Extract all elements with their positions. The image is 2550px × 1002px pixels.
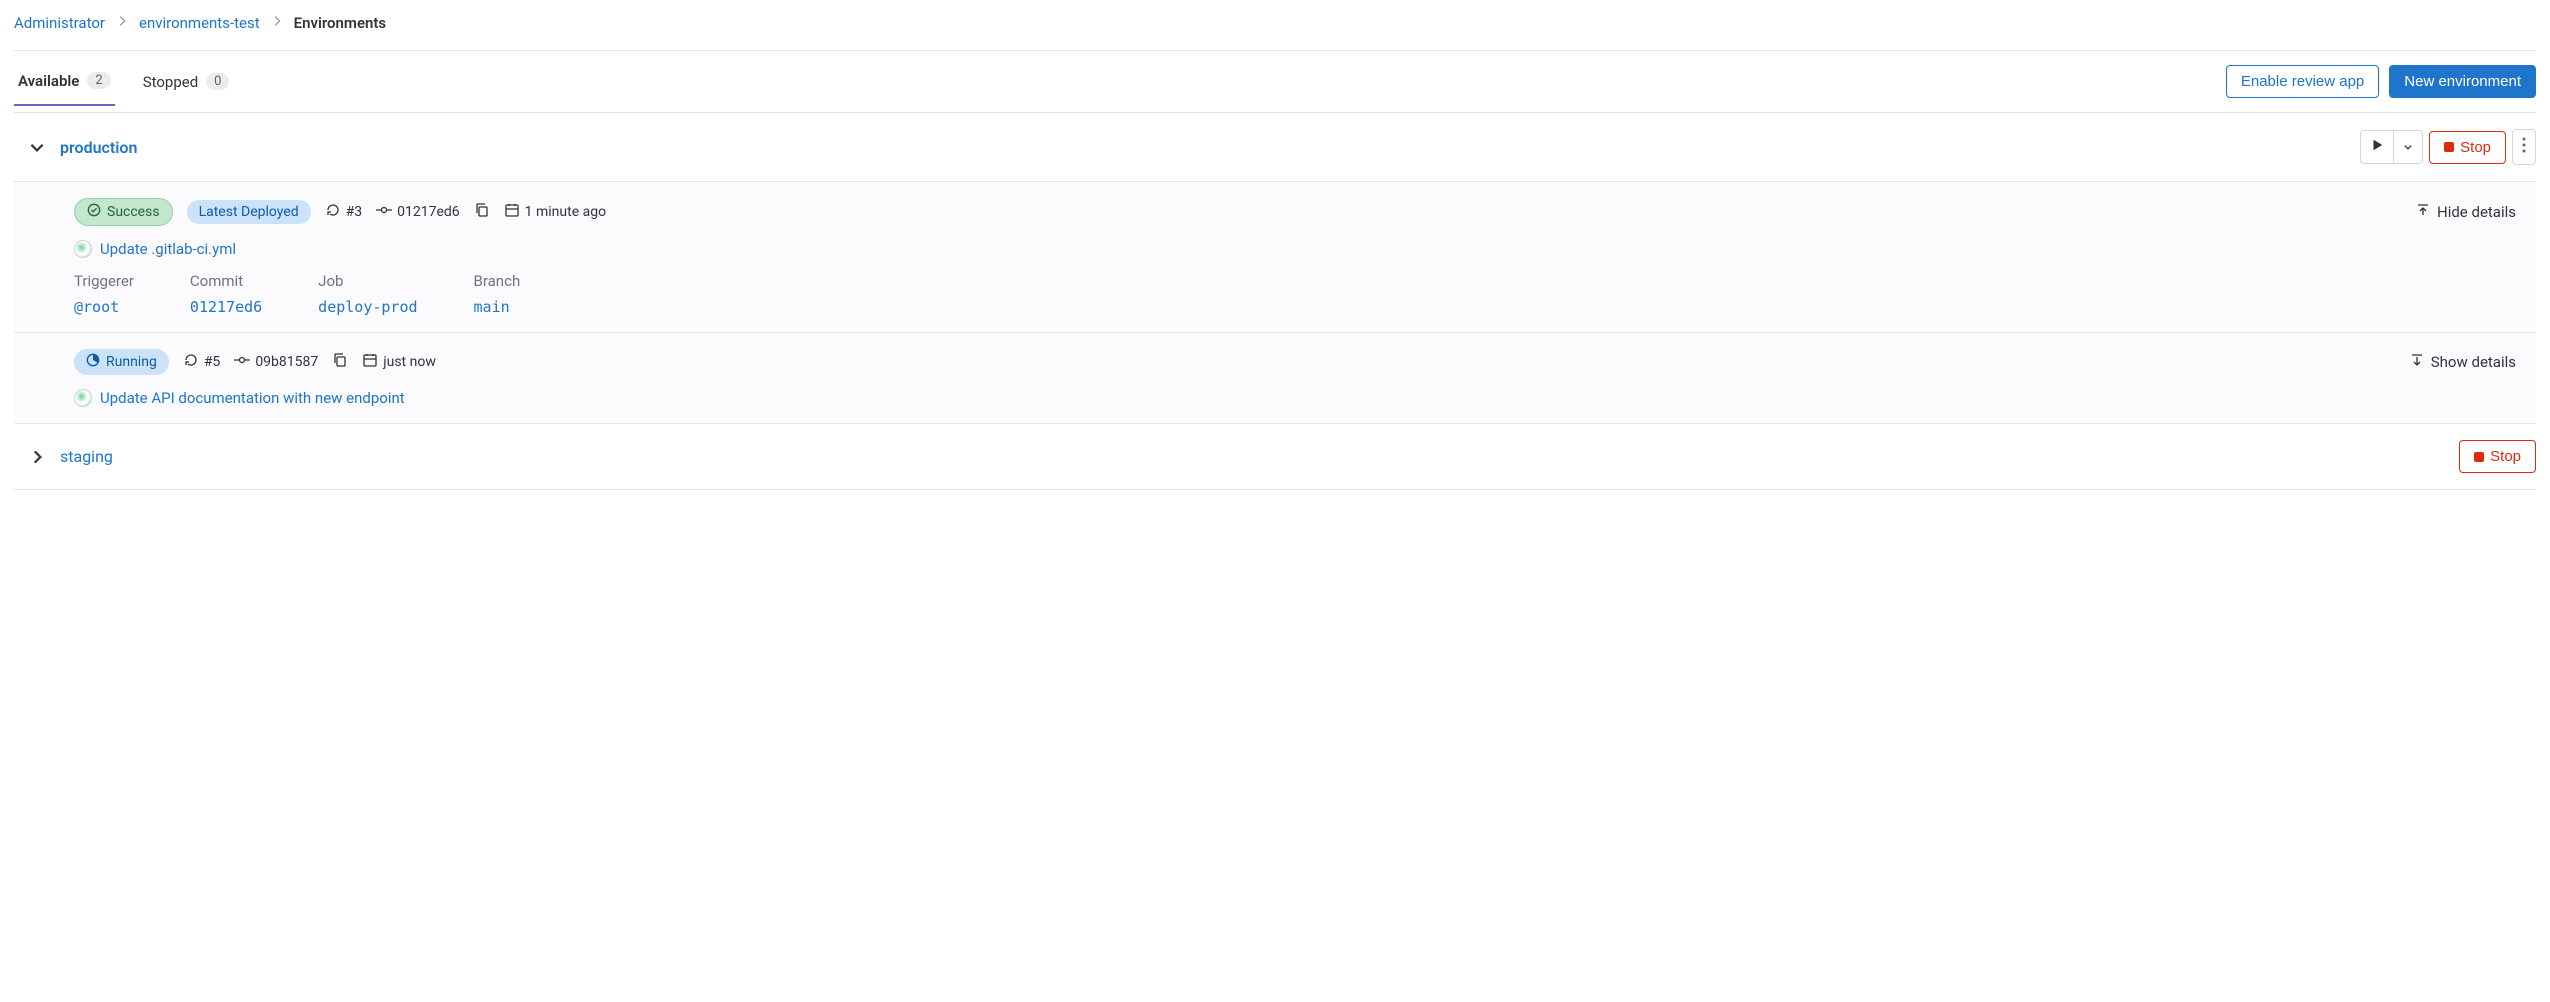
label-triggerer: Triggerer bbox=[74, 272, 134, 290]
copy-sha-button[interactable] bbox=[332, 352, 348, 372]
expand-down-icon bbox=[2409, 352, 2425, 372]
breadcrumb: Administrator environments-test Environm… bbox=[14, 0, 2536, 50]
chevron-right-icon[interactable] bbox=[28, 448, 46, 466]
commit-sha[interactable]: 01217ed6 bbox=[376, 202, 460, 222]
deployment-card: Running #5 09b81587 just now bbox=[14, 333, 2536, 424]
more-actions-button[interactable] bbox=[2512, 129, 2536, 165]
calendar-icon bbox=[504, 202, 520, 222]
tabs: Available 2 Stopped 0 bbox=[14, 72, 233, 106]
tab-available[interactable]: Available 2 bbox=[14, 72, 115, 106]
environment-name-link[interactable]: staging bbox=[60, 447, 113, 466]
tab-stopped[interactable]: Stopped 0 bbox=[139, 72, 234, 106]
triggerer-link[interactable]: @root bbox=[74, 298, 134, 316]
stop-label: Stop bbox=[2490, 448, 2521, 465]
deployment-card: Success Latest Deployed #3 01217ed6 1 bbox=[14, 182, 2536, 333]
chevron-right-icon bbox=[115, 14, 129, 32]
chevron-right-icon bbox=[270, 14, 284, 32]
new-environment-button[interactable]: New environment bbox=[2389, 65, 2536, 98]
latest-deployed-badge: Latest Deployed bbox=[187, 200, 311, 224]
stop-icon bbox=[2444, 142, 2454, 152]
status-label: Success bbox=[107, 204, 160, 220]
stop-environment-button[interactable]: Stop bbox=[2459, 440, 2536, 473]
play-icon bbox=[2370, 138, 2384, 156]
commit-title-link[interactable]: Update .gitlab-ci.yml bbox=[100, 240, 236, 258]
environment-row-staging: staging Stop bbox=[14, 424, 2536, 490]
commit-icon bbox=[376, 202, 392, 222]
breadcrumb-item[interactable]: environments-test bbox=[139, 14, 260, 32]
status-badge-success[interactable]: Success bbox=[74, 198, 173, 226]
label-branch: Branch bbox=[474, 272, 521, 290]
deployment-time: 1 minute ago bbox=[504, 202, 606, 222]
rotate-icon bbox=[325, 202, 341, 222]
label-commit: Commit bbox=[190, 272, 262, 290]
commit-link[interactable]: 01217ed6 bbox=[190, 298, 262, 316]
show-details-button[interactable]: Show details bbox=[2409, 352, 2516, 372]
play-dropdown-button[interactable] bbox=[2394, 130, 2423, 164]
status-badge-running[interactable]: Running bbox=[74, 349, 169, 375]
commit-icon bbox=[234, 352, 250, 372]
tab-count-badge: 2 bbox=[87, 72, 110, 89]
running-icon bbox=[86, 353, 100, 371]
author-avatar[interactable] bbox=[74, 240, 92, 258]
breadcrumb-item[interactable]: Administrator bbox=[14, 14, 105, 32]
check-circle-icon bbox=[87, 203, 101, 221]
commit-sha[interactable]: 09b81587 bbox=[234, 352, 318, 372]
chevron-down-icon[interactable] bbox=[28, 138, 46, 156]
tab-count-badge: 0 bbox=[206, 73, 229, 90]
tab-label: Available bbox=[18, 72, 79, 90]
copy-sha-button[interactable] bbox=[474, 202, 490, 222]
deployment-iid[interactable]: #5 bbox=[183, 352, 221, 372]
author-avatar[interactable] bbox=[74, 389, 92, 407]
calendar-icon bbox=[362, 352, 378, 372]
job-link[interactable]: deploy-prod bbox=[318, 298, 417, 316]
branch-link[interactable]: main bbox=[474, 298, 521, 316]
stop-environment-button[interactable]: Stop bbox=[2429, 131, 2506, 164]
chevron-down-icon bbox=[2403, 139, 2413, 156]
stop-icon bbox=[2474, 452, 2484, 462]
rotate-icon bbox=[183, 352, 199, 372]
label-job: Job bbox=[318, 272, 417, 290]
status-label: Running bbox=[106, 354, 157, 370]
header-actions: Enable review app New environment bbox=[2226, 65, 2536, 112]
environment-row-production: production Stop bbox=[14, 113, 2536, 182]
stop-label: Stop bbox=[2460, 139, 2491, 156]
play-button[interactable] bbox=[2360, 130, 2394, 164]
deployment-details: Triggerer @root Commit 01217ed6 Job depl… bbox=[74, 272, 2516, 316]
collapse-up-icon bbox=[2415, 202, 2431, 222]
kebab-icon bbox=[2522, 137, 2526, 157]
commit-title-link[interactable]: Update API documentation with new endpoi… bbox=[100, 389, 405, 407]
deployment-time: just now bbox=[362, 352, 436, 372]
breadcrumb-current: Environments bbox=[294, 14, 387, 32]
hide-details-button[interactable]: Hide details bbox=[2415, 202, 2516, 222]
enable-review-app-button[interactable]: Enable review app bbox=[2226, 65, 2379, 98]
environment-name-link[interactable]: production bbox=[60, 138, 137, 157]
tab-label: Stopped bbox=[143, 73, 198, 91]
deployment-iid[interactable]: #3 bbox=[325, 202, 363, 222]
